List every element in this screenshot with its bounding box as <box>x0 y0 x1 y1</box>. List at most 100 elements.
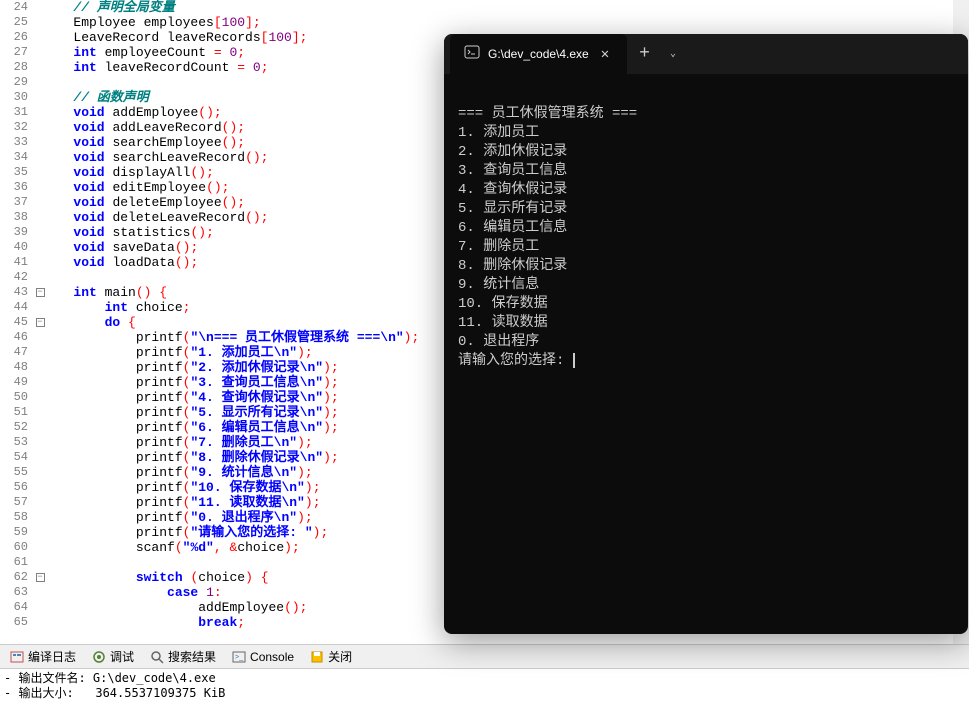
fold-column <box>34 150 46 165</box>
terminal-line <box>458 86 954 105</box>
search-results-label: 搜索结果 <box>168 648 216 665</box>
terminal-body[interactable]: === 员工休假管理系统 ===1. 添加员工2. 添加休假记录3. 查询员工信… <box>444 74 968 383</box>
terminal-tab[interactable]: G:\dev_code\4.exe ✕ <box>450 34 627 74</box>
terminal-dropdown[interactable]: ⌄ <box>662 48 684 60</box>
terminal-line: 8. 删除休假记录 <box>458 257 954 276</box>
fold-column <box>34 0 46 15</box>
line-number: 35 <box>0 165 34 180</box>
fold-column <box>34 510 46 525</box>
debug-label: 调试 <box>110 648 134 665</box>
fold-column <box>34 300 46 315</box>
terminal-line: 10. 保存数据 <box>458 295 954 314</box>
console-tab[interactable]: >_ Console <box>228 648 298 666</box>
terminal-line: 11. 读取数据 <box>458 314 954 333</box>
line-number: 25 <box>0 15 34 30</box>
line-number: 50 <box>0 390 34 405</box>
console-label: Console <box>250 650 294 664</box>
line-number: 58 <box>0 510 34 525</box>
fold-column <box>34 405 46 420</box>
fold-column <box>34 210 46 225</box>
fold-column <box>34 450 46 465</box>
fold-column <box>34 75 46 90</box>
terminal-line: 4. 查询休假记录 <box>458 181 954 200</box>
line-number: 29 <box>0 75 34 90</box>
fold-column <box>34 345 46 360</box>
line-number: 62 <box>0 570 34 585</box>
terminal-line: === 员工休假管理系统 === <box>458 105 954 124</box>
console-icon: >_ <box>232 650 246 664</box>
line-number: 36 <box>0 180 34 195</box>
line-number: 47 <box>0 345 34 360</box>
line-number: 53 <box>0 435 34 450</box>
search-results-tab[interactable]: 搜索结果 <box>146 646 220 667</box>
fold-column <box>34 615 46 630</box>
fold-column <box>34 90 46 105</box>
terminal-tab-close[interactable]: ✕ <box>597 44 613 65</box>
fold-column <box>34 330 46 345</box>
terminal-line: 0. 退出程序 <box>458 333 954 352</box>
fold-toggle-icon[interactable]: − <box>36 288 45 297</box>
fold-column <box>34 420 46 435</box>
fold-column <box>34 180 46 195</box>
fold-column <box>34 390 46 405</box>
fold-column <box>34 165 46 180</box>
compile-log-tab[interactable]: 编译日志 <box>6 646 80 667</box>
save-icon <box>310 650 324 664</box>
fold-column[interactable]: − <box>34 315 46 330</box>
terminal-line: 2. 添加休假记录 <box>458 143 954 162</box>
line-number: 24 <box>0 0 34 15</box>
line-number: 39 <box>0 225 34 240</box>
terminal-line: 5. 显示所有记录 <box>458 200 954 219</box>
line-number: 65 <box>0 615 34 630</box>
line-number: 42 <box>0 270 34 285</box>
fold-column[interactable]: − <box>34 285 46 300</box>
line-number: 43 <box>0 285 34 300</box>
line-number: 34 <box>0 150 34 165</box>
line-number: 59 <box>0 525 34 540</box>
terminal-line: 7. 删除员工 <box>458 238 954 257</box>
code-content[interactable]: Employee employees[100]; <box>46 15 969 30</box>
terminal-cursor <box>573 353 575 368</box>
svg-text:>_: >_ <box>235 654 243 661</box>
compile-log-label: 编译日志 <box>28 648 76 665</box>
line-number: 64 <box>0 600 34 615</box>
line-number: 61 <box>0 555 34 570</box>
debug-tab[interactable]: 调试 <box>88 646 138 667</box>
terminal-icon <box>464 44 480 65</box>
search-icon <box>150 650 164 664</box>
terminal-new-tab[interactable]: + <box>627 44 662 64</box>
code-content[interactable]: // 声明全局变量 <box>46 0 969 15</box>
line-number: 30 <box>0 90 34 105</box>
fold-column <box>34 375 46 390</box>
line-number: 57 <box>0 495 34 510</box>
fold-column <box>34 60 46 75</box>
output-panel: - 输出文件名: G:\dev_code\4.exe - 输出大小: 364.5… <box>0 668 969 706</box>
line-number: 27 <box>0 45 34 60</box>
terminal-titlebar[interactable]: G:\dev_code\4.exe ✕ + ⌄ <box>444 34 968 74</box>
fold-column <box>34 540 46 555</box>
terminal-window[interactable]: G:\dev_code\4.exe ✕ + ⌄ === 员工休假管理系统 ===… <box>444 34 968 634</box>
line-number: 40 <box>0 240 34 255</box>
fold-column <box>34 555 46 570</box>
fold-column[interactable]: − <box>34 570 46 585</box>
fold-column <box>34 465 46 480</box>
fold-column <box>34 135 46 150</box>
fold-column <box>34 15 46 30</box>
line-number: 33 <box>0 135 34 150</box>
fold-toggle-icon[interactable]: − <box>36 573 45 582</box>
close-tab[interactable]: 关闭 <box>306 646 356 667</box>
bottom-toolbar: 编译日志 调试 搜索结果 >_ Console 关闭 <box>0 644 969 668</box>
code-line[interactable]: 25 Employee employees[100]; <box>0 15 969 30</box>
terminal-line: 9. 统计信息 <box>458 276 954 295</box>
fold-toggle-icon[interactable]: − <box>36 318 45 327</box>
fold-column <box>34 255 46 270</box>
line-number: 52 <box>0 420 34 435</box>
code-line[interactable]: 24 // 声明全局变量 <box>0 0 969 15</box>
line-number: 55 <box>0 465 34 480</box>
line-number: 56 <box>0 480 34 495</box>
line-number: 37 <box>0 195 34 210</box>
fold-column <box>34 45 46 60</box>
fold-column <box>34 30 46 45</box>
terminal-line: 6. 编辑员工信息 <box>458 219 954 238</box>
fold-column <box>34 525 46 540</box>
